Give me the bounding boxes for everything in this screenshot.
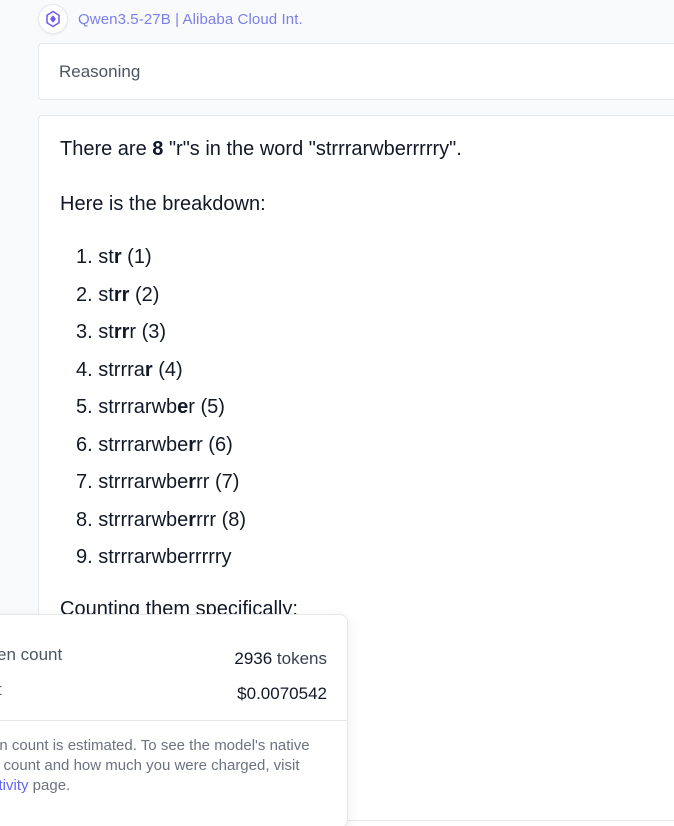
list-item: 2. strr (2) — [76, 283, 160, 306]
cost-label: t — [0, 680, 2, 700]
list-item: 8. strrrarwberrrr (8) — [76, 508, 247, 531]
list-item: 4. strrrar (4) — [76, 358, 183, 381]
token-count-value: 2936 tokens — [234, 649, 327, 668]
qwen-logo-icon — [38, 4, 68, 34]
popover-divider — [0, 720, 347, 721]
list-item: 5. strrrarwber (5) — [76, 396, 225, 418]
divider — [340, 820, 674, 821]
list-item: 9. strrrarwberrrrry — [76, 546, 232, 568]
usage-popover: en count 2936 tokens t $0.0070542 en cou… — [0, 614, 348, 826]
breakdown-heading: Here is the breakdown: — [60, 193, 266, 215]
reasoning-toggle[interactable]: Reasoning — [38, 43, 674, 100]
list-item: 7. strrrarwberrr (7) — [76, 471, 240, 493]
token-count-label: en count — [0, 645, 63, 664]
model-header: Qwen3.5-27B | Alibaba Cloud Int. — [38, 4, 303, 34]
list-item: 6. strrrarwberr (6) — [76, 433, 233, 456]
breakdown-list: 1. str (1) 2. strr (2) 3. strrr (3) 4. strr… — [76, 247, 246, 585]
activity-link[interactable]: ctivity — [0, 777, 29, 794]
list-item: 3. strrr (3) — [76, 321, 167, 343]
model-name[interactable]: Qwen3.5-27B | Alibaba Cloud Int. — [78, 11, 303, 28]
cost-value: $0.0070542 — [237, 684, 327, 703]
answer-intro: There are 8 "r"s in the word "strrrarwbe… — [60, 138, 462, 160]
answer-count: 8 — [152, 138, 164, 160]
list-item: 1. str (1) — [76, 246, 152, 268]
reasoning-label: Reasoning — [59, 61, 141, 81]
token-estimate-note: en count is estimated. To see the model'… — [0, 736, 331, 796]
